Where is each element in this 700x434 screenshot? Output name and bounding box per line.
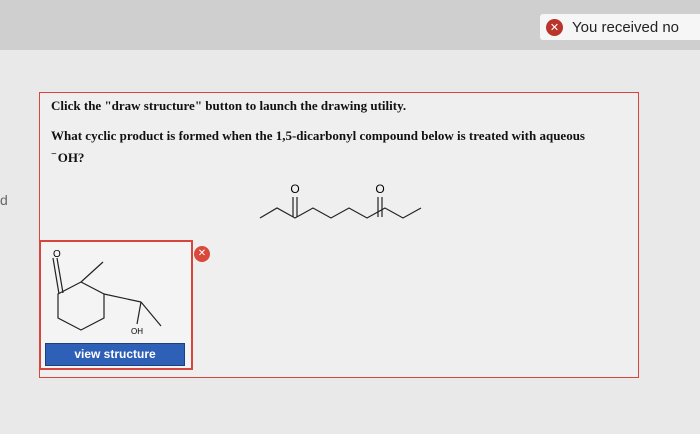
carbonyl-oxygen-label: O bbox=[290, 182, 299, 196]
sidebar-fragment: d bbox=[0, 192, 8, 208]
notification-text: You received no bbox=[572, 19, 680, 36]
notification-banner[interactable]: ✕ You received no bbox=[540, 14, 700, 40]
carbonyl-oxygen-label: O bbox=[375, 182, 384, 196]
answer-structure-box[interactable]: O OH view structure bbox=[39, 240, 193, 370]
answer-structure: O OH bbox=[52, 249, 162, 336]
reagent-label: OH? bbox=[57, 150, 85, 165]
close-icon[interactable]: ✕ bbox=[546, 19, 563, 36]
dicarbonyl-structure: O O bbox=[259, 182, 422, 219]
view-structure-button[interactable]: view structure bbox=[45, 343, 185, 366]
instruction-text: Click the "draw structure" button to lau… bbox=[51, 98, 407, 113]
answer-oxygen-label: O bbox=[53, 249, 61, 260]
close-icon[interactable]: ✕ bbox=[194, 246, 210, 262]
reagent-charge: − bbox=[51, 149, 57, 160]
answer-oh-label: OH bbox=[131, 327, 143, 336]
top-bar: ✕ You received no bbox=[0, 0, 700, 50]
question-text: What cyclic product is formed when the 1… bbox=[51, 126, 621, 167]
question-prefix: What cyclic product is formed when the 1… bbox=[51, 128, 585, 143]
